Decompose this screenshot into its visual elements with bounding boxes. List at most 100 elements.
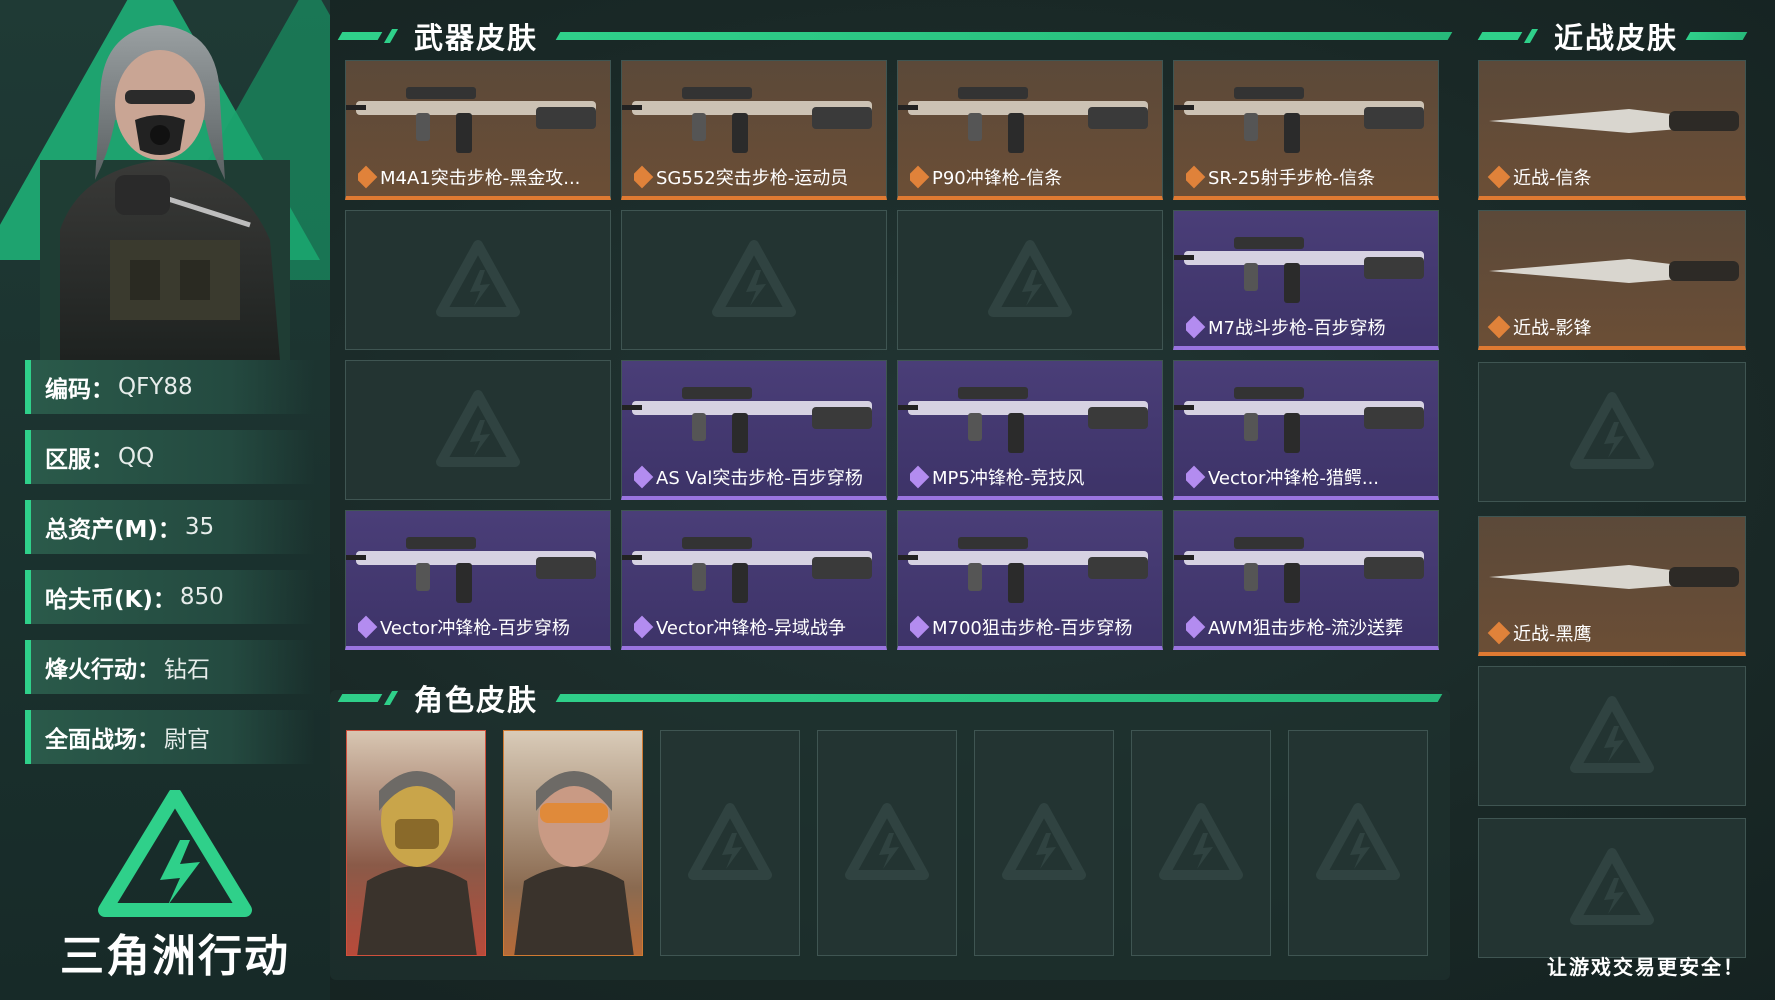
info-row-coins: 哈夫币(K)： 850 xyxy=(25,570,315,624)
weapon-skin-card[interactable]: P90冲锋枪-信条 xyxy=(897,60,1163,200)
info-value: QQ xyxy=(118,444,155,470)
character-skin-card[interactable] xyxy=(346,730,486,956)
melee-skin-card[interactable]: 近战-影锋 xyxy=(1478,210,1746,350)
rarity-diamond-icon xyxy=(1186,165,1206,189)
character-section-title: 角色皮肤 xyxy=(414,683,539,717)
slogan: 让游戏交易更安全！ xyxy=(1547,955,1745,979)
character-skin-card[interactable] xyxy=(660,730,800,956)
weapon-image xyxy=(622,87,872,153)
weapon-skin-card[interactable]: AS Val突击步枪-百步穿杨 xyxy=(621,360,887,500)
rarity-diamond-icon xyxy=(1186,315,1206,339)
weapon-section-header: 武器皮肤 xyxy=(337,16,1453,56)
melee-skin-card[interactable] xyxy=(1478,666,1746,806)
info-key: 烽火行动 xyxy=(45,657,137,683)
profile-panel: 编码： QFY88 区服： QQ 总资产(M)： 35 哈夫币(K)： 850 烽火行动… xyxy=(0,0,330,1000)
delta-watermark-icon xyxy=(1159,803,1243,880)
info-value: 850 xyxy=(179,584,224,610)
melee-image xyxy=(1489,109,1739,133)
weapon-skin-label: M700狙击步枪-百步穿杨 xyxy=(910,614,1154,640)
rarity-diamond-icon xyxy=(1487,621,1511,645)
info-colon: ： xyxy=(157,517,181,543)
rarity-diamond-icon xyxy=(910,615,930,639)
weapon-skin-card[interactable]: AWM狙击步枪-流沙送葬 xyxy=(1173,510,1439,650)
weapon-skin-grid: M4A1突击步枪-黑金攻... SG552突击步枪-运动员 P90冲锋枪-信条 … xyxy=(345,60,1445,660)
rarity-diamond-icon xyxy=(910,465,930,489)
melee-section-title: 近战皮肤 xyxy=(1554,21,1679,55)
weapon-skin-name: Vector冲锋枪-猎鳄... xyxy=(1208,468,1380,489)
info-colon: ： xyxy=(91,377,114,403)
header-bar xyxy=(1685,32,1748,40)
character-skin-card[interactable] xyxy=(1288,730,1428,956)
info-value: QFY88 xyxy=(118,374,193,400)
weapon-skin-name: M700狙击步枪-百步穿杨 xyxy=(932,618,1133,639)
weapon-skin-name: SG552突击步枪-运动员 xyxy=(656,168,849,189)
melee-skin-label: 近战-影锋 xyxy=(1487,314,1592,340)
character-skin-card[interactable] xyxy=(974,730,1114,956)
info-colon: ： xyxy=(137,657,160,683)
header-bar xyxy=(383,29,399,43)
melee-skin-card[interactable]: 近战-信条 xyxy=(1478,60,1746,200)
weapon-skin-card[interactable] xyxy=(345,210,611,350)
character-portrait xyxy=(357,771,477,955)
header-bar xyxy=(1477,32,1523,40)
weapon-skin-name: AWM狙击步枪-流沙送葬 xyxy=(1208,618,1404,639)
rarity-diamond-icon xyxy=(1487,165,1511,189)
delta-logo-icon xyxy=(98,788,252,917)
weapon-skin-card[interactable]: Vector冲锋枪-猎鳄... xyxy=(1173,360,1439,500)
weapon-image xyxy=(1174,237,1424,303)
weapon-image xyxy=(622,387,872,453)
weapon-skin-card[interactable]: M4A1突击步枪-黑金攻... xyxy=(345,60,611,200)
melee-skin-list: 近战-信条近战-影锋近战-黑鹰 xyxy=(1478,60,1748,1000)
weapon-skin-name: MP5冲锋枪-竞技风 xyxy=(932,468,1085,489)
info-key: 总资产(M) xyxy=(45,517,158,543)
weapon-skin-name: Vector冲锋枪-异域战争 xyxy=(656,618,846,639)
info-row-warfare-rank: 全面战场：尉官 xyxy=(25,710,315,764)
character-skin-card[interactable] xyxy=(503,730,643,956)
info-key: 哈夫币(K) xyxy=(45,587,153,613)
weapon-skin-name: AS Val突击步枪-百步穿杨 xyxy=(656,468,863,489)
delta-watermark-icon xyxy=(436,390,520,467)
weapon-skin-card[interactable] xyxy=(621,210,887,350)
weapon-skin-card[interactable]: MP5冲锋枪-竞技风 xyxy=(897,360,1163,500)
weapon-skin-card[interactable] xyxy=(345,360,611,500)
weapon-skin-card[interactable]: M700狙击步枪-百步穿杨 xyxy=(897,510,1163,650)
weapon-skin-card[interactable]: SG552突击步枪-运动员 xyxy=(621,60,887,200)
info-colon: ： xyxy=(152,587,176,613)
operator-portrait xyxy=(40,25,290,360)
weapon-skin-card[interactable]: Vector冲锋枪-异域战争 xyxy=(621,510,887,650)
delta-watermark-icon xyxy=(436,240,520,317)
character-section-header: 角色皮肤 xyxy=(337,678,1443,718)
delta-watermark-icon xyxy=(688,803,772,880)
weapon-image xyxy=(898,387,1148,453)
weapon-skin-card[interactable]: Vector冲锋枪-百步穿杨 xyxy=(345,510,611,650)
delta-watermark-icon xyxy=(845,803,929,880)
rarity-diamond-icon xyxy=(910,165,930,189)
weapon-image xyxy=(346,87,596,153)
delta-watermark-icon xyxy=(1002,803,1086,880)
weapon-skin-label: Vector冲锋枪-异域战争 xyxy=(634,614,878,640)
rarity-diamond-icon xyxy=(1487,315,1511,339)
info-colon: ： xyxy=(137,727,160,753)
weapon-image xyxy=(1174,87,1424,153)
info-value: 35 xyxy=(184,514,215,540)
header-bar xyxy=(337,32,383,40)
character-skin-card[interactable] xyxy=(1131,730,1271,956)
rarity-diamond-icon xyxy=(634,465,654,489)
weapon-skin-card[interactable] xyxy=(897,210,1163,350)
delta-watermark-icon xyxy=(988,240,1072,317)
melee-skin-card[interactable]: 近战-黑鹰 xyxy=(1478,516,1746,656)
melee-skin-name: 近战-信条 xyxy=(1513,168,1592,189)
weapon-skin-label: Vector冲锋枪-百步穿杨 xyxy=(358,614,602,640)
melee-skin-name: 近战-影锋 xyxy=(1513,318,1592,339)
info-value: 尉官 xyxy=(164,727,210,753)
character-skin-section: 角色皮肤 xyxy=(330,683,1450,980)
melee-image xyxy=(1489,259,1739,283)
weapon-skin-card[interactable]: M7战斗步枪-百步穿杨 xyxy=(1173,210,1439,350)
weapon-skin-label: P90冲锋枪-信条 xyxy=(910,164,1154,190)
header-bar xyxy=(383,691,399,705)
weapon-skin-card[interactable]: SR-25射手步枪-信条 xyxy=(1173,60,1439,200)
character-skin-card[interactable] xyxy=(817,730,957,956)
melee-skin-card[interactable] xyxy=(1478,818,1746,958)
header-bar xyxy=(337,694,383,702)
melee-skin-card[interactable] xyxy=(1478,362,1746,502)
